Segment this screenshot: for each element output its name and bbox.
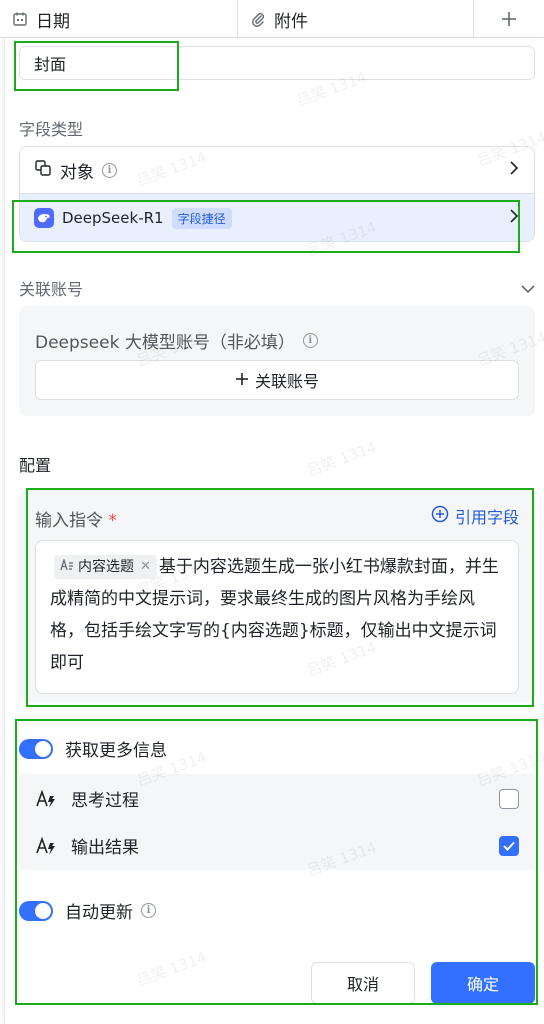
option-thinking-label: 思考过程 <box>71 791 139 811</box>
auto-update-toggle-row: 自动更新 i <box>19 898 156 923</box>
chevron-right-icon <box>508 208 520 228</box>
field-name-value: 封面 <box>34 55 67 74</box>
deepseek-logo-icon <box>34 208 54 228</box>
option-output-result[interactable]: 输出结果 <box>35 833 519 858</box>
column-header-attachment-label: 附件 <box>274 11 308 32</box>
output-checkbox[interactable] <box>499 835 519 856</box>
plus-circle-icon <box>431 505 449 527</box>
config-section-label: 配置 <box>19 456 52 475</box>
thinking-checkbox[interactable] <box>499 788 519 809</box>
field-type-section-label: 字段类型 <box>19 120 84 139</box>
command-label: 输入指令 * <box>35 506 117 531</box>
reference-field-label: 引用字段 <box>454 508 519 527</box>
field-type-object-label: 对象 <box>60 162 94 183</box>
info-icon[interactable]: i <box>302 333 318 348</box>
command-label-text: 输入指令 <box>35 511 103 531</box>
ai-text-icon <box>35 835 57 857</box>
more-info-options: 思考过程 输出结果 <box>19 774 535 870</box>
calendar-icon <box>12 11 28 27</box>
link-account-label: 关联账号 <box>254 372 319 391</box>
account-box: Deepseek 大模型账号（非必填） i 关联账号 <box>19 306 535 416</box>
link-account-button[interactable]: 关联账号 <box>35 360 519 400</box>
table-header: 日期 附件 <box>0 0 544 38</box>
ai-text-icon <box>35 788 57 810</box>
command-config-box: 输入指令 * 引用字段 内容选题 ✕ 基于内容选题生成一张小红书爆款封面，并生成精简… <box>19 490 535 702</box>
more-info-toggle[interactable] <box>19 738 53 759</box>
column-header-date[interactable]: 日期 <box>0 0 238 38</box>
close-icon[interactable]: ✕ <box>140 555 151 579</box>
column-header-attachment[interactable]: 附件 <box>238 0 474 38</box>
column-header-date-label: 日期 <box>36 11 70 32</box>
confirm-button[interactable]: 确定 <box>431 962 535 1004</box>
info-icon[interactable]: i <box>141 903 156 918</box>
field-type-card: 对象 i DeepSeek-R1 字段捷径 <box>19 146 535 242</box>
cancel-button[interactable]: 取消 <box>311 962 415 1004</box>
chevron-right-icon <box>508 160 520 180</box>
text-field-icon <box>60 555 74 579</box>
plus-icon <box>235 371 249 390</box>
field-type-deepseek-row[interactable]: DeepSeek-R1 字段捷径 <box>20 194 534 241</box>
account-box-title: Deepseek 大模型账号（非必填） i <box>35 328 318 353</box>
chip-label: 内容选题 <box>78 559 134 575</box>
more-info-label: 获取更多信息 <box>65 741 167 761</box>
auto-update-label: 自动更新 <box>65 903 133 923</box>
shortcut-tag: 字段捷径 <box>171 207 232 229</box>
required-mark: * <box>108 511 117 531</box>
chevron-down-icon <box>521 279 535 298</box>
plus-icon <box>500 10 518 28</box>
watermark: 吕笑 1314 <box>304 438 380 480</box>
option-output-label: 输出结果 <box>71 838 139 858</box>
reference-field-button[interactable]: 引用字段 <box>431 504 519 528</box>
field-config-panel: 封面 字段类型 对象 i DeepSeek-R1 字段捷径 关联账号 Deeps… <box>4 38 544 1024</box>
account-section-header[interactable]: 关联账号 <box>19 276 535 300</box>
field-type-deepseek-label: DeepSeek-R1 <box>62 209 164 227</box>
add-column-button[interactable] <box>474 0 544 38</box>
field-type-object-row[interactable]: 对象 i <box>20 147 534 194</box>
more-info-toggle-row: 获取更多信息 <box>19 736 167 761</box>
account-box-title-text: Deepseek 大模型账号（非必填） <box>35 333 295 353</box>
field-reference-chip[interactable]: 内容选题 ✕ <box>54 555 157 579</box>
option-thinking-process[interactable]: 思考过程 <box>35 786 519 811</box>
check-icon <box>503 841 515 851</box>
prompt-input[interactable]: 内容选题 ✕ 基于内容选题生成一张小红书爆款封面，并生成精简的中文提示词，要求最终生… <box>35 540 519 694</box>
account-section-label: 关联账号 <box>19 280 84 299</box>
watermark: 吕笑 1314 <box>134 948 210 990</box>
paperclip-icon <box>250 11 266 27</box>
info-icon[interactable]: i <box>102 162 117 178</box>
field-name-input[interactable]: 封面 <box>19 46 535 80</box>
auto-update-toggle[interactable] <box>19 900 53 921</box>
object-icon <box>34 159 52 182</box>
